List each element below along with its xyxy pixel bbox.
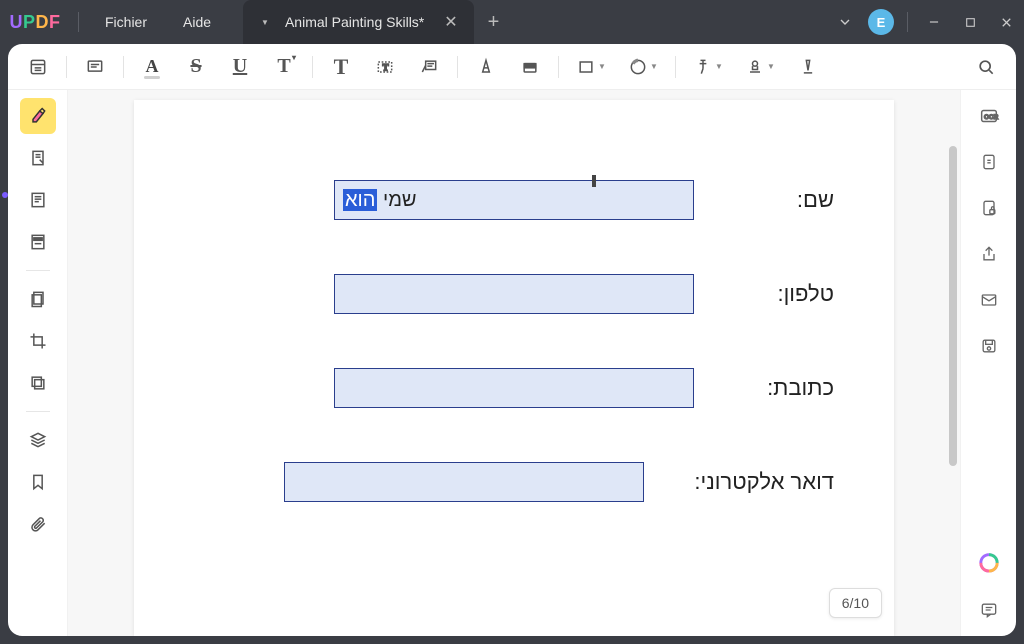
document-page: שמי הוא שם: טלפון: כתובת: bbox=[134, 100, 894, 636]
address-input[interactable] bbox=[334, 368, 694, 408]
email-icon[interactable] bbox=[971, 282, 1007, 318]
app-logo: UPDF bbox=[0, 12, 70, 33]
menu-help[interactable]: Aide bbox=[165, 14, 229, 30]
signature-tool-icon[interactable] bbox=[788, 49, 828, 85]
attachment-tool[interactable] bbox=[20, 506, 56, 542]
divider bbox=[675, 56, 676, 78]
maximize-button[interactable] bbox=[952, 0, 988, 44]
new-tab-button[interactable]: + bbox=[474, 11, 514, 34]
pencil-tool-icon[interactable] bbox=[466, 49, 506, 85]
minimize-button[interactable] bbox=[916, 0, 952, 44]
page-viewport[interactable]: שמי הוא שם: טלפון: כתובת: bbox=[68, 90, 960, 636]
shape-circle-icon[interactable]: ▼ bbox=[619, 49, 667, 85]
bookmark-tool[interactable] bbox=[20, 464, 56, 500]
shape-rect-icon[interactable]: ▼ bbox=[567, 49, 615, 85]
divider bbox=[26, 270, 50, 271]
crop-tool[interactable] bbox=[20, 323, 56, 359]
text-style-icon[interactable]: T▾ bbox=[264, 49, 304, 85]
divider bbox=[558, 56, 559, 78]
callout-tool-icon[interactable] bbox=[409, 49, 449, 85]
name-input[interactable]: שמי הוא bbox=[334, 180, 694, 220]
recent-dropdown-icon[interactable] bbox=[827, 0, 863, 44]
comment-tool-icon[interactable] bbox=[75, 49, 115, 85]
name-label: שם: bbox=[724, 187, 834, 213]
ai-assistant-icon[interactable] bbox=[971, 546, 1007, 582]
font-color-icon[interactable]: A bbox=[132, 49, 172, 85]
divider bbox=[457, 56, 458, 78]
svg-text:T: T bbox=[383, 62, 389, 72]
chat-icon[interactable] bbox=[971, 592, 1007, 628]
document-tab[interactable]: ▼ Animal Painting Skills* ✕ bbox=[243, 0, 474, 44]
protect-icon[interactable] bbox=[971, 190, 1007, 226]
vertical-scrollbar[interactable] bbox=[948, 146, 958, 626]
page-text-tool[interactable] bbox=[20, 182, 56, 218]
layers-tool[interactable] bbox=[20, 422, 56, 458]
right-sidebar: OCR bbox=[960, 90, 1016, 636]
copy-tool[interactable] bbox=[20, 365, 56, 401]
tab-close-icon[interactable]: ✕ bbox=[440, 12, 461, 32]
highlighter-tool[interactable] bbox=[20, 98, 56, 134]
divider bbox=[123, 56, 124, 78]
divider bbox=[66, 56, 67, 78]
file-edit-tool[interactable] bbox=[20, 140, 56, 176]
search-icon[interactable] bbox=[966, 49, 1006, 85]
panel-toggle-icon[interactable] bbox=[18, 49, 58, 85]
scrollbar-thumb[interactable] bbox=[949, 146, 957, 466]
eraser-tool-icon[interactable] bbox=[510, 49, 550, 85]
divider bbox=[78, 12, 79, 32]
text-tool-icon[interactable]: T bbox=[321, 49, 361, 85]
share-icon[interactable] bbox=[971, 236, 1007, 272]
pin-tool-icon[interactable]: ▼ bbox=[684, 49, 732, 85]
underline-icon[interactable]: U bbox=[220, 49, 260, 85]
user-avatar[interactable]: E bbox=[863, 0, 899, 44]
selection-handle-icon[interactable] bbox=[589, 175, 599, 185]
stamp-tool-icon[interactable]: ▼ bbox=[736, 49, 784, 85]
tab-title: Animal Painting Skills* bbox=[285, 14, 424, 30]
titlebar: UPDF Fichier Aide ▼ Animal Painting Skil… bbox=[0, 0, 1024, 44]
textbox-tool-icon[interactable]: T bbox=[365, 49, 405, 85]
tab-dropdown-icon[interactable]: ▼ bbox=[261, 18, 269, 27]
divider bbox=[907, 12, 908, 32]
svg-text:OCR: OCR bbox=[983, 114, 998, 121]
divider bbox=[26, 411, 50, 412]
compress-icon[interactable] bbox=[971, 144, 1007, 180]
save-icon[interactable] bbox=[971, 328, 1007, 364]
divider bbox=[312, 56, 313, 78]
phone-input[interactable] bbox=[334, 274, 694, 314]
address-label: כתובת: bbox=[724, 375, 834, 401]
form-tool[interactable] bbox=[20, 224, 56, 260]
pages-tool[interactable] bbox=[20, 281, 56, 317]
menu-file[interactable]: Fichier bbox=[87, 14, 165, 30]
strikethrough-icon[interactable]: S bbox=[176, 49, 216, 85]
close-button[interactable] bbox=[988, 0, 1024, 44]
phone-label: טלפון: bbox=[724, 281, 834, 307]
email-label: דואר אלקטרוני: bbox=[674, 469, 834, 495]
format-toolbar: A S U T▾ T T bbox=[8, 44, 1016, 90]
left-sidebar bbox=[8, 90, 68, 636]
ocr-icon[interactable]: OCR bbox=[971, 98, 1007, 134]
email-input[interactable] bbox=[284, 462, 644, 502]
